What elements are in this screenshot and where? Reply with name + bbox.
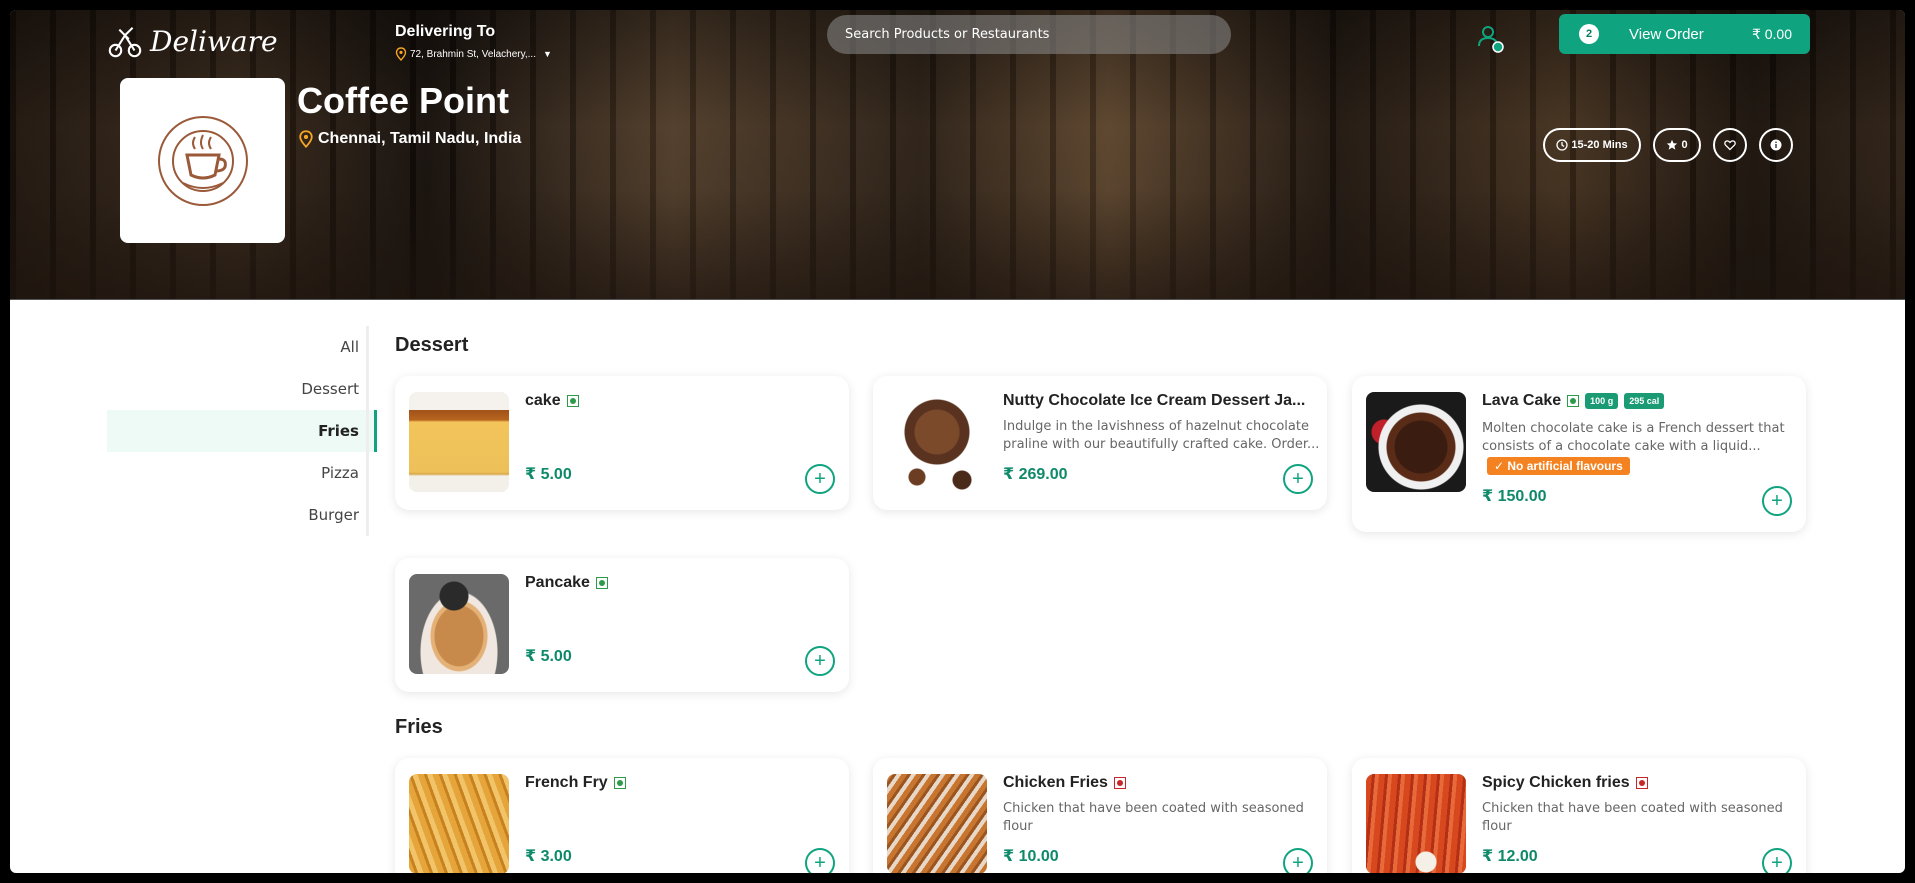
category-sidebar: All Dessert Fries Pizza Burger [107,326,377,536]
add-to-cart-button[interactable]: + [1762,486,1792,516]
product-image [409,774,509,873]
product-name: Nutty Chocolate Ice Cream Dessert Ja... [1003,392,1306,409]
brand-name: Deliware [150,24,278,58]
product-price: ₹ 5.00 [525,466,572,483]
calorie-tag: 295 cal [1624,393,1665,409]
restaurant-name: Coffee Point [297,80,509,121]
product-image [409,392,509,492]
veg-indicator-icon [595,577,608,589]
heart-icon [1724,140,1736,151]
coffee-cup-icon [157,115,248,206]
add-to-cart-button[interactable]: + [1283,464,1313,494]
category-fries[interactable]: Fries [107,410,377,452]
product-card-french-fry[interactable]: French Fry ₹ 3.00 + [395,758,849,873]
delivery-time-pill: 15-20 Mins [1543,128,1641,162]
restaurant-banner: Deliware Delivering To 72, Brahmin St, V… [10,10,1905,300]
veg-indicator-icon [613,777,626,789]
sidebar-divider [366,326,369,536]
clock-icon [1556,139,1569,151]
no-artificial-flavours-badge: ✓ No artificial flavours [1487,457,1630,475]
restaurant-location-text: Chennai, Tamil Nadu, India [318,130,522,147]
product-price: ₹ 269.00 [1003,466,1068,483]
star-icon [1667,139,1678,150]
veg-indicator-icon [566,395,579,407]
product-name: Lava Cake [1482,392,1562,409]
location-pin-icon [395,47,407,61]
restaurant-info-pills: 15-20 Mins 0 [1543,128,1793,162]
user-account-icon[interactable] [1473,20,1509,56]
restaurant-logo [120,78,285,243]
search-input[interactable]: Search Products or Restaurants [827,15,1231,54]
product-image [409,574,509,674]
section-title-fries: Fries [395,716,443,738]
product-price: ₹ 3.00 [525,848,572,865]
rating-value: 0 [1681,139,1688,151]
restaurant-location: Chennai, Tamil Nadu, India [298,130,521,148]
product-price: ₹ 10.00 [1003,848,1059,865]
category-dessert[interactable]: Dessert [107,368,377,410]
order-total: ₹ 0.00 [1751,25,1792,42]
category-all[interactable]: All [107,326,377,368]
add-to-cart-button[interactable]: + [1762,848,1792,873]
product-description: Molten chocolate cake is a French desser… [1482,421,1785,454]
favorite-button[interactable] [1713,128,1747,162]
brand-logo[interactable]: Deliware [106,22,278,60]
product-name: Spicy Chicken fries [1482,774,1630,791]
nonveg-indicator-icon [1635,777,1648,789]
add-to-cart-button[interactable]: + [1283,848,1313,873]
delivery-address: 72, Brahmin St, Velachery,... [410,48,536,60]
info-button[interactable] [1759,128,1793,162]
product-description: Chicken that have been coated with seaso… [1482,801,1783,834]
delivery-scooter-icon [108,26,142,58]
product-card-lava-cake[interactable]: Lava Cake 100 g 295 cal Molten chocolate… [1352,376,1806,532]
product-price: ₹ 150.00 [1482,488,1547,505]
product-image [887,774,987,873]
product-card-pancake[interactable]: Pancake ₹ 5.00 + [395,558,849,692]
product-name: Chicken Fries [1003,774,1108,791]
rating-pill: 0 [1653,128,1701,162]
product-name: Pancake [525,574,590,591]
nonveg-indicator-icon [1113,777,1126,789]
add-to-cart-button[interactable]: + [805,464,835,494]
order-count-badge: 2 [1579,24,1599,44]
location-pin-icon [299,130,313,148]
delivery-location[interactable]: Delivering To 72, Brahmin St, Velachery,… [395,23,552,61]
product-card-chicken-fries[interactable]: Chicken Fries Chicken that have been coa… [873,758,1327,873]
add-to-cart-button[interactable]: + [805,646,835,676]
product-price: ₹ 12.00 [1482,848,1538,865]
weight-tag: 100 g [1585,393,1619,409]
view-order-button[interactable]: 2 View Order ₹ 0.00 [1559,14,1810,54]
product-name: French Fry [525,774,608,791]
badge-label: No artificial flavours [1507,459,1623,473]
category-burger[interactable]: Burger [107,494,377,536]
info-icon [1770,139,1782,151]
leaf-icon: ✓ [1494,459,1508,473]
add-to-cart-button[interactable]: + [805,848,835,873]
product-card-cake[interactable]: cake ₹ 5.00 + [395,376,849,510]
product-image [887,392,987,492]
view-order-label: View Order [1629,25,1704,43]
veg-indicator-icon [1567,395,1580,407]
search-placeholder: Search Products or Restaurants [845,27,1050,42]
section-title-dessert: Dessert [395,334,469,356]
product-card-spicy-chicken-fries[interactable]: Spicy Chicken fries Chicken that have be… [1352,758,1806,873]
product-image [1366,774,1466,873]
category-pizza[interactable]: Pizza [107,452,377,494]
product-image [1366,392,1466,492]
product-price: ₹ 5.00 [525,648,572,665]
product-description: Chicken that have been coated with seaso… [1003,801,1304,834]
delivery-time: 15-20 Mins [1571,139,1628,151]
product-card-nutty-chocolate[interactable]: Nutty Chocolate Ice Cream Dessert Ja... … [873,376,1327,510]
chevron-down-icon[interactable]: ▼ [543,49,552,59]
product-description: Indulge in the lavishness of hazelnut ch… [1003,419,1320,452]
app-frame: Deliware Delivering To 72, Brahmin St, V… [10,10,1905,873]
delivering-to-label: Delivering To [395,23,496,40]
product-name: cake [525,392,561,409]
